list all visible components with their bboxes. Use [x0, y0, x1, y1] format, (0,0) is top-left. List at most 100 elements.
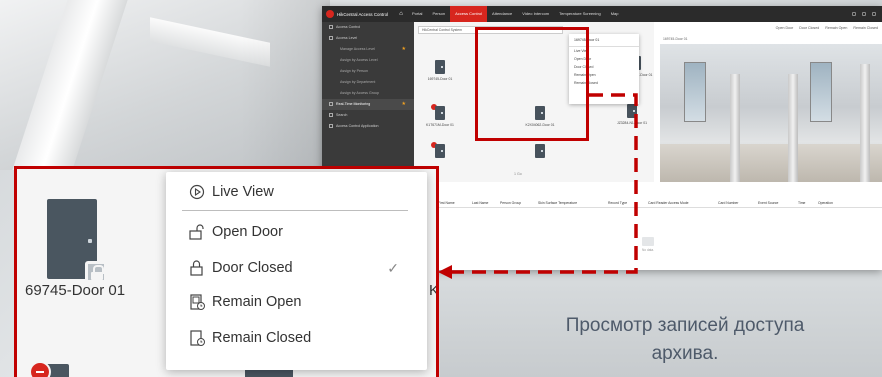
- column-header: Person Group: [500, 200, 522, 205]
- pagination[interactable]: 1 Go: [514, 172, 522, 176]
- menu-item-remain-closed[interactable]: Remain Closed: [166, 322, 427, 354]
- home-icon[interactable]: ⌂: [395, 11, 407, 17]
- tab-person[interactable]: Person: [427, 6, 450, 22]
- tab-attendance[interactable]: Attendance: [487, 6, 517, 22]
- door-label: 169745-Door 01: [427, 77, 453, 81]
- column-header: Card Reader Access Mode: [648, 200, 689, 205]
- door-tile[interactable]: K1T671M-Door 01: [418, 104, 462, 127]
- highlight-frame-small: [475, 27, 589, 141]
- event-table: Event ID First Name Last Name Person Gro…: [414, 182, 882, 270]
- caption-line-2: архива.: [651, 343, 719, 364]
- tab-map[interactable]: Map: [606, 6, 624, 22]
- lobby-pillar: [860, 64, 870, 184]
- menu-item-label: Door Closed: [212, 260, 293, 276]
- lock-icon: [188, 259, 206, 277]
- menu-item-door-closed[interactable]: Door Closed ✓: [166, 252, 427, 284]
- sidebar-item-real-time-monitoring[interactable]: Real-Time Monitoring ★: [322, 99, 414, 110]
- sidebar-item-access-control-application[interactable]: Access Control Application: [322, 121, 414, 132]
- tab-video-intercom[interactable]: Video Intercom: [517, 6, 554, 22]
- event-table-header: ID First Name Last Name Person Group Ski…: [414, 198, 882, 208]
- door-closed-button[interactable]: Door Closed: [799, 26, 819, 30]
- column-header: Skin Surface Temperature: [538, 200, 578, 205]
- hikcentral-logo-icon: [326, 10, 334, 18]
- door-knob: [88, 239, 92, 243]
- lock-icon: [85, 261, 107, 283]
- column-header: Event Source: [758, 200, 779, 205]
- empty-state-text: No data.: [642, 248, 655, 252]
- access-control-icon: [329, 25, 333, 30]
- menu-item-label: Remain Open: [212, 294, 302, 310]
- tab-access-control[interactable]: Access Control: [450, 6, 488, 22]
- user-icon[interactable]: [872, 12, 876, 16]
- menu-item-open-door[interactable]: Open Door: [166, 216, 427, 248]
- sidebar-item-assign-by-department[interactable]: Assign by Department: [322, 77, 414, 88]
- door-tile[interactable]: [518, 144, 562, 161]
- door-icon: [535, 144, 545, 158]
- remain-open-button[interactable]: Remain Open: [825, 26, 847, 30]
- door-tile[interactable]: JZ3284-N1-Door 01: [610, 104, 654, 125]
- door-label: K1T671M-Door 01: [426, 123, 454, 127]
- menu-item-remain-open[interactable]: Remain Open: [166, 286, 427, 318]
- camera-label: 169745-Door 01: [663, 37, 688, 41]
- menu-item-label: Live View: [212, 184, 274, 200]
- lobby-window: [684, 62, 706, 122]
- column-header: Time: [798, 200, 806, 205]
- sidebar-item-assign-by-access-group[interactable]: Assign by Access Group: [322, 88, 414, 99]
- topbar-tools: [852, 12, 876, 16]
- slide-caption: Просмотр записей доступа архива.: [500, 312, 870, 368]
- column-header: Card Number: [718, 200, 739, 205]
- lobby-floor: [660, 144, 882, 184]
- lobby-pillar: [730, 74, 740, 184]
- play-circle-icon: [188, 183, 206, 201]
- door-icon: [435, 106, 445, 120]
- lobby-pillar: [788, 74, 798, 184]
- door-control-toolbar: Open Door Door Closed Remain Open Remain…: [654, 22, 882, 34]
- background-shadow: [240, 0, 330, 170]
- door-label-partial: K7: [429, 282, 439, 299]
- door-tile[interactable]: 169745-Door 01: [418, 60, 462, 81]
- column-header: Record Type: [608, 200, 628, 205]
- tab-temperature-screening[interactable]: Temperature Screening: [554, 6, 606, 22]
- door-label-large: 69745-Door 01: [25, 282, 126, 299]
- checkmark-icon: ✓: [387, 259, 399, 276]
- column-header: Operation: [818, 200, 833, 205]
- access-level-icon: [329, 36, 333, 41]
- door-tile[interactable]: [418, 142, 462, 161]
- remain-open-icon: [188, 293, 206, 311]
- caption-line-1: Просмотр записей доступа: [565, 315, 805, 336]
- sidebar-item-manage-access-level[interactable]: Manage Access Level ★: [322, 44, 414, 55]
- sidebar-item-access-level[interactable]: Access Level: [322, 33, 414, 44]
- tab-portal[interactable]: Portal: [407, 6, 427, 22]
- empty-state: No data.: [642, 237, 654, 252]
- alarm-badge-icon: [29, 361, 51, 377]
- column-header: Last Name: [472, 200, 489, 205]
- lobby-window: [810, 62, 832, 122]
- sidebar-item-access-control[interactable]: Access Control: [322, 22, 414, 33]
- sidebar-item-assign-by-person[interactable]: Assign by Person: [322, 66, 414, 77]
- menu-item-live-view[interactable]: Live View: [166, 176, 427, 208]
- empty-box-icon: [642, 237, 655, 246]
- door-icon-large[interactable]: [47, 199, 107, 283]
- favorite-star-icon[interactable]: ★: [402, 99, 406, 110]
- open-door-button[interactable]: Open Door: [776, 26, 794, 30]
- settings-icon[interactable]: [862, 12, 866, 16]
- door-label: JZ3284-N1-Door 01: [617, 121, 647, 125]
- sidebar-item-search[interactable]: Search: [322, 110, 414, 121]
- remain-closed-icon: [188, 329, 206, 347]
- notification-icon[interactable]: [852, 12, 856, 16]
- monitoring-icon: [329, 102, 333, 107]
- column-header: First Name: [438, 200, 455, 205]
- camera-live-view[interactable]: 169745-Door 01: [660, 37, 882, 184]
- search-icon: [329, 113, 333, 118]
- door-context-menu: Live View Open Door Door Closed ✓ Remain…: [166, 172, 427, 370]
- application-icon: [329, 124, 333, 129]
- favorite-star-icon[interactable]: ★: [402, 44, 406, 55]
- door-icon: [435, 60, 445, 74]
- remain-closed-button[interactable]: Remain Closed: [853, 26, 878, 30]
- menu-item-label: Open Door: [212, 224, 283, 240]
- unlock-icon: [188, 223, 206, 241]
- door-icon: [435, 144, 445, 158]
- sidebar-item-assign-by-access-level[interactable]: Assign by Access Level: [322, 55, 414, 66]
- menu-divider: [182, 210, 408, 211]
- app-title: HikCentral Access Control: [337, 11, 388, 17]
